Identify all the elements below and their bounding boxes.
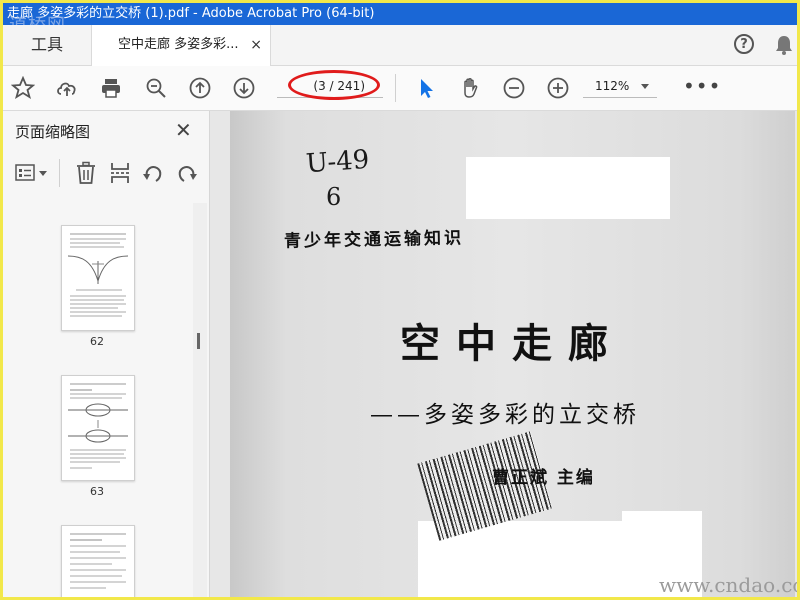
tab-tools[interactable]: 工具 (3, 25, 91, 65)
rotate-left-icon[interactable] (141, 161, 165, 185)
close-panel-icon[interactable]: ✕ (175, 118, 192, 142)
thumbnail-scrollbar[interactable] (193, 203, 207, 597)
editor-credit: 曹正斌 主编 (492, 468, 595, 488)
handwritten-code: U-49 (305, 144, 371, 180)
zoom-dropdown[interactable]: 112% (583, 74, 657, 98)
cloud-upload-icon[interactable] (55, 76, 79, 100)
zoom-minus-icon[interactable] (502, 76, 526, 100)
page-thumbnail[interactable] (61, 375, 135, 481)
document-view[interactable]: U-49 6 青少年交通运输知识 空中走廊 ——多姿多彩的立交桥 曹正斌 主编 (210, 111, 797, 597)
zoom-value: 112% (595, 79, 630, 93)
zoom-plus-icon[interactable] (546, 76, 570, 100)
select-arrow-icon[interactable] (415, 76, 439, 100)
main-title: 空中走廊 (400, 320, 624, 367)
thumbnail-list: 62 63 (3, 203, 193, 597)
options-menu-icon[interactable] (15, 163, 49, 183)
print-icon[interactable] (99, 76, 123, 100)
trash-icon[interactable] (75, 161, 97, 185)
help-icon[interactable]: ? (734, 34, 754, 54)
handwritten-number: 6 (326, 183, 342, 211)
subtitle: ——多姿多彩的立交桥 (370, 402, 640, 428)
chevron-down-icon (641, 84, 649, 89)
thumbnail-label: 63 (90, 485, 104, 498)
more-icon[interactable]: ••• (683, 74, 721, 98)
hand-tool-icon[interactable] (458, 76, 482, 100)
page-down-icon[interactable] (232, 76, 256, 100)
thumbnail-panel: 页面缩略图 ✕ 62 63 (3, 111, 210, 597)
insert-page-icon[interactable] (109, 161, 131, 185)
tab-document[interactable]: 空中走廊 多姿多彩... × (91, 25, 271, 66)
tab-document-label: 空中走廊 多姿多彩... (118, 37, 239, 52)
red-highlight-ellipse (288, 70, 380, 100)
main-toolbar: (3 / 241) 112% ••• (3, 66, 797, 111)
series-title: 青少年交通运输知识 (283, 228, 465, 252)
redaction-patch (466, 157, 670, 219)
window-titlebar: 走廊 多姿多彩的立交桥 (1).pdf - Adobe Acrobat Pro … (3, 3, 797, 25)
zoom-out-magnifier-icon[interactable] (144, 76, 168, 100)
bell-icon[interactable] (775, 35, 793, 55)
panel-title: 页面缩略图 (15, 123, 91, 141)
watermark-url: www.cndao.com (659, 573, 797, 597)
redaction-patch (622, 511, 702, 531)
thumbnail-label: 62 (90, 335, 104, 348)
page-thumbnail[interactable] (61, 225, 135, 331)
page-up-icon[interactable] (188, 76, 212, 100)
panel-toolbar (3, 155, 209, 191)
page-thumbnail[interactable] (61, 525, 135, 597)
star-icon[interactable] (10, 75, 36, 100)
toolbar-divider (395, 74, 396, 102)
close-tab-icon[interactable]: × (250, 25, 262, 65)
panel-divider (59, 159, 60, 187)
scanned-page: U-49 6 青少年交通运输知识 空中走廊 ——多姿多彩的立交桥 曹正斌 主编 (230, 111, 795, 597)
app-frame: 走廊 多姿多彩的立交桥 (1).pdf - Adobe Acrobat Pro … (0, 0, 800, 600)
scrollbar-thumb[interactable] (197, 333, 200, 349)
rotate-right-icon[interactable] (175, 161, 199, 185)
tab-bar: 工具 空中走廊 多姿多彩... × ? (3, 25, 797, 66)
